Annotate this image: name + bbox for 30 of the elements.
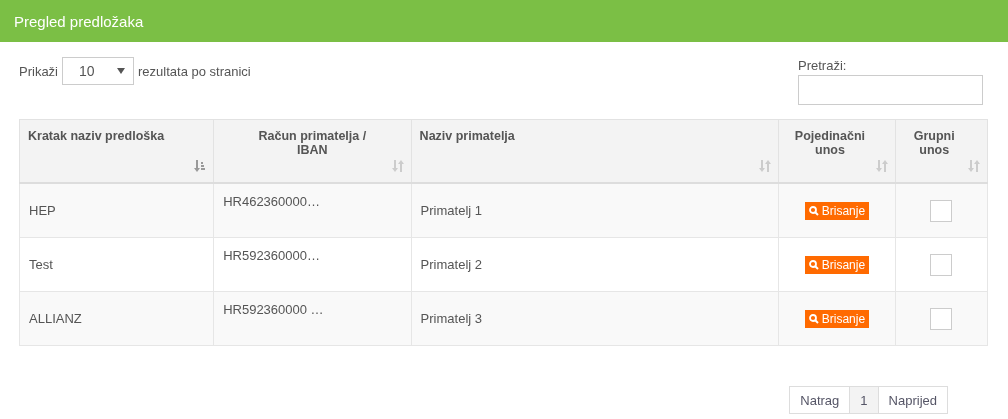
page-size-select[interactable]: 10	[62, 57, 134, 85]
column-header[interactable]: Grupni unos	[895, 119, 988, 183]
table-cell: HR592360000…	[213, 237, 412, 292]
results-per-page-label: rezultata po stranici	[138, 63, 251, 79]
checkbox[interactable]	[930, 253, 953, 276]
search-label: Pretraži:	[798, 58, 847, 73]
show-label: Prikaži	[19, 63, 58, 79]
table-cell: Primatelj 1	[411, 183, 779, 238]
table-cell: ALLIANZ	[19, 291, 214, 346]
table-cell: Primatelj 2	[411, 237, 779, 292]
checkbox[interactable]	[930, 199, 953, 222]
search-icon	[808, 205, 819, 216]
table-cell: HR592360000 …	[213, 291, 412, 346]
checkbox[interactable]	[930, 307, 953, 330]
pagination-button[interactable]: Naprijed	[877, 386, 948, 414]
column-header[interactable]: Naziv primatelja	[411, 119, 779, 183]
pagination-button[interactable]: 1	[849, 386, 879, 414]
table-cell: HEP	[19, 183, 214, 238]
page-title: Pregled predložaka	[14, 12, 144, 30]
pagination-button[interactable]: Natrag	[789, 386, 851, 414]
search-icon	[808, 313, 819, 324]
table-cell: Test	[19, 237, 214, 292]
table-cell: HR462360000…	[213, 183, 412, 238]
search-icon	[808, 259, 819, 270]
column-header[interactable]: Kratak naziv predloška	[19, 119, 214, 183]
table-cell: Primatelj 3	[411, 291, 779, 346]
caret-icon	[117, 68, 125, 74]
search-field[interactable]	[798, 75, 983, 105]
column-header[interactable]: Račun primatelja / IBAN	[213, 119, 412, 183]
column-header[interactable]: Pojedinačni unos	[778, 119, 895, 183]
